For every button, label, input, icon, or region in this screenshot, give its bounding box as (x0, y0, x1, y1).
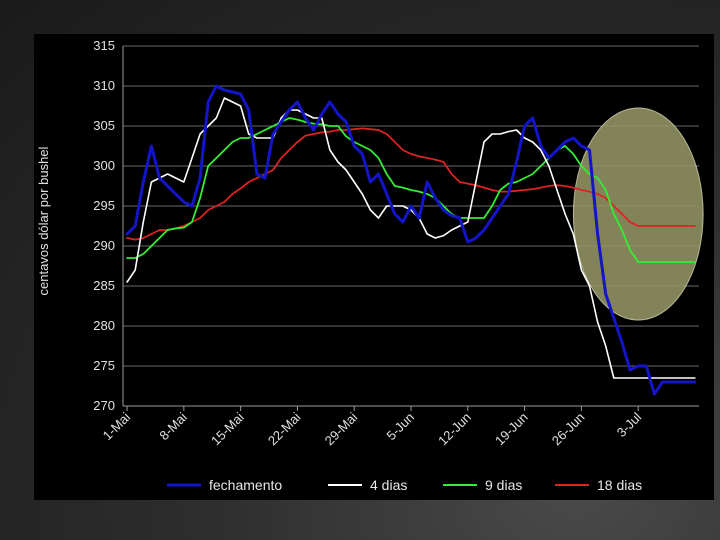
y-tick-label: 310 (93, 78, 115, 93)
x-tick-label: 3-Jul (614, 409, 645, 440)
x-tick-label: 26-Jun (549, 410, 588, 449)
y-tick-label: 285 (93, 278, 115, 293)
y-tick-label: 270 (93, 398, 115, 413)
legend-label: 4 dias (370, 477, 407, 493)
y-tick-label: 280 (93, 318, 115, 333)
x-tick-label: 22-Mai (265, 409, 304, 448)
annotation-layer (572, 107, 704, 321)
legend: fechamento 4 dias 9 dias 18 dias (167, 477, 642, 493)
y-tick-label: 295 (93, 198, 115, 213)
x-tick-label: 15-Mai (208, 409, 247, 448)
y-tick-label: 300 (93, 158, 115, 173)
y-tick-label: 305 (93, 118, 115, 133)
x-tick-labels: 1-Mai 8-Mai 15-Mai 22-Mai 29-Mai 5-Jun 12-Jun 1… (100, 409, 645, 448)
y-tick-label: 315 (93, 38, 115, 53)
y-axis-title: centavos dólar por bushel (36, 146, 51, 295)
x-tick-label: 1-Mai (100, 409, 134, 443)
highlight-ellipse (572, 107, 704, 321)
x-tick-label: 5-Jun (384, 410, 418, 444)
x-tick-label: 29-Mai (322, 409, 361, 448)
slide: 270 275 280 285 290 295 300 305 310 315 1-Mai 8-Ma… (0, 0, 720, 540)
line-chart: 270 275 280 285 290 295 300 305 310 315 1-Mai 8-Ma… (36, 38, 704, 493)
x-tick-label: 8-Mai (156, 409, 190, 443)
legend-label: 18 dias (597, 477, 642, 493)
y-tick-label: 290 (93, 238, 115, 253)
y-tick-label: 275 (93, 358, 115, 373)
chart-panel: 270 275 280 285 290 295 300 305 310 315 1-Mai 8-Ma… (34, 34, 714, 500)
legend-label: 9 dias (485, 477, 522, 493)
x-tick-label: 12-Jun (435, 410, 474, 449)
legend-label: fechamento (209, 477, 282, 493)
y-tick-labels: 270 275 280 285 290 295 300 305 310 315 (93, 38, 115, 413)
x-tick-label: 19-Jun (492, 410, 531, 449)
